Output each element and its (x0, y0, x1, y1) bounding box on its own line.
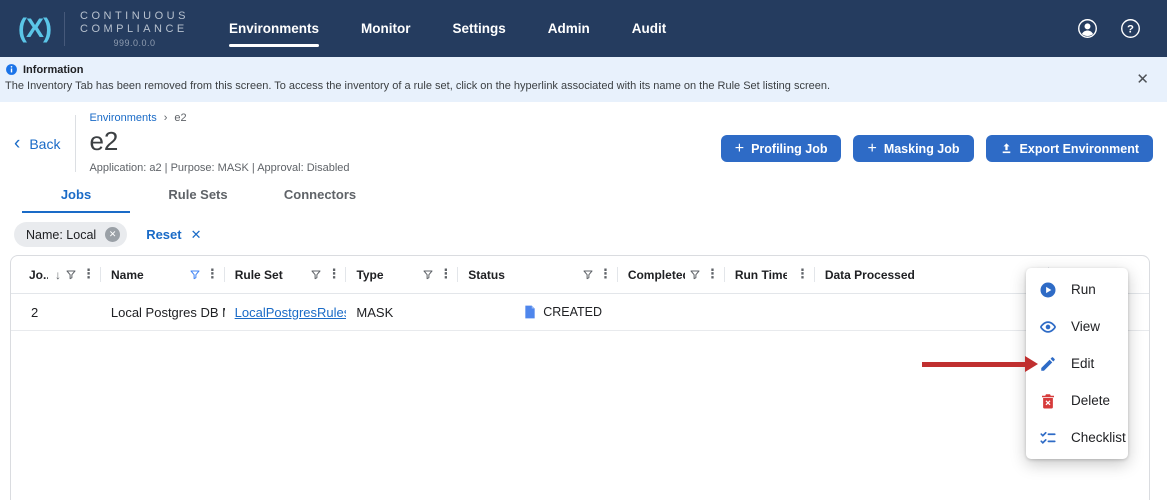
masking-job-button[interactable]: + Masking Job (853, 135, 974, 162)
filter-icon[interactable] (310, 269, 322, 281)
table-row-job-2[interactable]: 2 Local Postgres DB Ma... LocalPostgresR… (11, 294, 1149, 331)
filter-chip-label: Name: Local (26, 227, 97, 242)
tab-connectors[interactable]: Connectors (266, 187, 374, 213)
brand-block: CONTINUOUS COMPLIANCE 999.0.0.0 (80, 10, 189, 48)
tab-jobs[interactable]: Jobs (22, 187, 130, 213)
view-icon (1040, 320, 1056, 333)
column-menu-icon[interactable]: ⋮ (796, 267, 809, 282)
column-header-rule-set[interactable]: Rule Set ⋮ (225, 256, 347, 293)
breadcrumb-current: e2 (174, 112, 187, 124)
cell-status: CREATED (458, 305, 618, 319)
column-menu-icon[interactable]: ⋮ (439, 267, 452, 282)
nav-item-audit[interactable]: Audit (632, 17, 667, 40)
filter-icon[interactable] (65, 269, 77, 281)
back-label: Back (29, 136, 61, 152)
upload-icon (1002, 143, 1010, 154)
menu-item-run[interactable]: Run (1026, 271, 1128, 308)
filter-chip-name-local[interactable]: Name: Local ✕ (14, 222, 128, 247)
banner-close-icon[interactable]: ✕ (1136, 70, 1149, 88)
information-banner: Information The Inventory Tab has been r… (0, 57, 1167, 102)
column-menu-icon[interactable]: ⋮ (599, 267, 612, 282)
delete-icon (1042, 393, 1054, 408)
status-label: CREATED (543, 305, 603, 319)
delphix-logo: (X) (18, 13, 52, 43)
user-account-icon[interactable] (1077, 18, 1098, 39)
filter-icon-active[interactable] (189, 269, 201, 281)
breadcrumb-environments-link[interactable]: Environments (89, 112, 156, 124)
breadcrumb-separator: › (163, 112, 168, 124)
column-menu-icon[interactable]: ⋮ (706, 267, 719, 282)
filter-icon[interactable] (422, 269, 434, 281)
cell-type: MASK (356, 304, 394, 320)
row-actions-context-menu: Run View Edit Delete Checklist (1026, 268, 1128, 459)
export-environment-button[interactable]: Export Environment (985, 135, 1153, 162)
brand-line-2: COMPLIANCE (80, 22, 188, 35)
banner-title: Information (23, 63, 84, 76)
column-header-type[interactable]: Type ⋮ (346, 256, 458, 293)
header-action-buttons: + Profiling Job + Masking Job Export Env… (720, 135, 1153, 162)
column-header-name[interactable]: Name ⋮ (101, 256, 225, 293)
brand-divider (64, 11, 65, 46)
back-button[interactable]: ‹ Back (14, 133, 61, 154)
main-nav: Environments Monitor Settings Admin Audi… (228, 17, 667, 47)
column-header-data-processed[interactable]: Data Processed ⋮ (815, 256, 1050, 293)
cell-job-name: Local Postgres DB Ma... (110, 304, 225, 320)
cell-job-id: 2 (31, 304, 39, 320)
header-divider (75, 115, 77, 172)
nav-item-settings[interactable]: Settings (452, 17, 505, 40)
tab-rule-sets[interactable]: Rule Sets (144, 187, 252, 213)
table-header-row: Jo... ↓ ⋮ Name ⋮ Rule Set ⋮ Type ⋮ Statu… (11, 256, 1149, 294)
svg-text:?: ? (1127, 23, 1134, 35)
breadcrumb: Environments › e2 (89, 112, 349, 124)
filter-icon[interactable] (689, 269, 701, 281)
column-header-completed-time[interactable]: Completed Ti... ⋮ (618, 256, 725, 293)
checklist-icon (1040, 431, 1056, 444)
version-label: 999.0.0.0 (113, 37, 156, 48)
menu-item-view[interactable]: View (1026, 308, 1128, 345)
tab-bar: Jobs Rule Sets Connectors (22, 187, 1167, 213)
brand-line-1: CONTINUOUS (80, 9, 189, 22)
topbar-icons: ? (1077, 18, 1141, 39)
edit-icon (1041, 356, 1055, 371)
title-block: Environments › e2 e2 Application: a2 | P… (89, 110, 349, 174)
reset-filters-button[interactable]: Reset ✕ (146, 227, 201, 243)
help-icon[interactable]: ? (1120, 18, 1141, 39)
column-menu-icon[interactable]: ⋮ (327, 267, 340, 282)
cell-rule-set: LocalPostgresRuleset (225, 305, 347, 320)
filter-icon[interactable] (582, 269, 594, 281)
banner-message: The Inventory Tab has been removed from … (5, 80, 831, 92)
column-header-status[interactable]: Status ⋮ (458, 256, 618, 293)
info-icon (6, 64, 17, 75)
column-menu-icon[interactable]: ⋮ (206, 267, 219, 282)
back-chevron-icon: ‹ (14, 133, 21, 154)
plus-icon: + (734, 139, 745, 157)
reset-label: Reset (146, 227, 182, 242)
menu-item-delete[interactable]: Delete (1026, 382, 1128, 419)
nav-item-admin[interactable]: Admin (548, 17, 590, 40)
remove-filter-icon[interactable]: ✕ (105, 227, 121, 242)
nav-item-environments[interactable]: Environments (228, 17, 320, 47)
filter-row: Name: Local ✕ Reset ✕ (14, 222, 1167, 247)
jobs-table: Jo... ↓ ⋮ Name ⋮ Rule Set ⋮ Type ⋮ Statu… (10, 255, 1150, 500)
status-document-icon (525, 305, 535, 319)
reset-clear-icon: ✕ (190, 226, 202, 242)
page-header: ‹ Back Environments › e2 e2 Application:… (0, 102, 1167, 174)
column-menu-icon[interactable]: ⋮ (82, 267, 95, 282)
menu-item-checklist[interactable]: Checklist (1026, 419, 1128, 456)
sort-desc-icon[interactable]: ↓ (55, 268, 61, 282)
plus-icon: + (867, 139, 877, 157)
menu-item-edit[interactable]: Edit (1026, 345, 1128, 382)
run-icon (1040, 282, 1056, 297)
column-header-job-id[interactable]: Jo... ↓ ⋮ (11, 256, 101, 293)
top-navigation-bar: (X) CONTINUOUS COMPLIANCE 999.0.0.0 Envi… (0, 0, 1167, 57)
column-header-run-time[interactable]: Run Time ⋮ (725, 256, 815, 293)
page-title: e2 (89, 126, 119, 156)
profiling-job-button[interactable]: + Profiling Job (720, 135, 842, 162)
page-subtitle: Application: a2 | Purpose: MASK | Approv… (89, 162, 350, 174)
nav-item-monitor[interactable]: Monitor (361, 17, 411, 40)
rule-set-link[interactable]: LocalPostgresRuleset (235, 305, 347, 320)
